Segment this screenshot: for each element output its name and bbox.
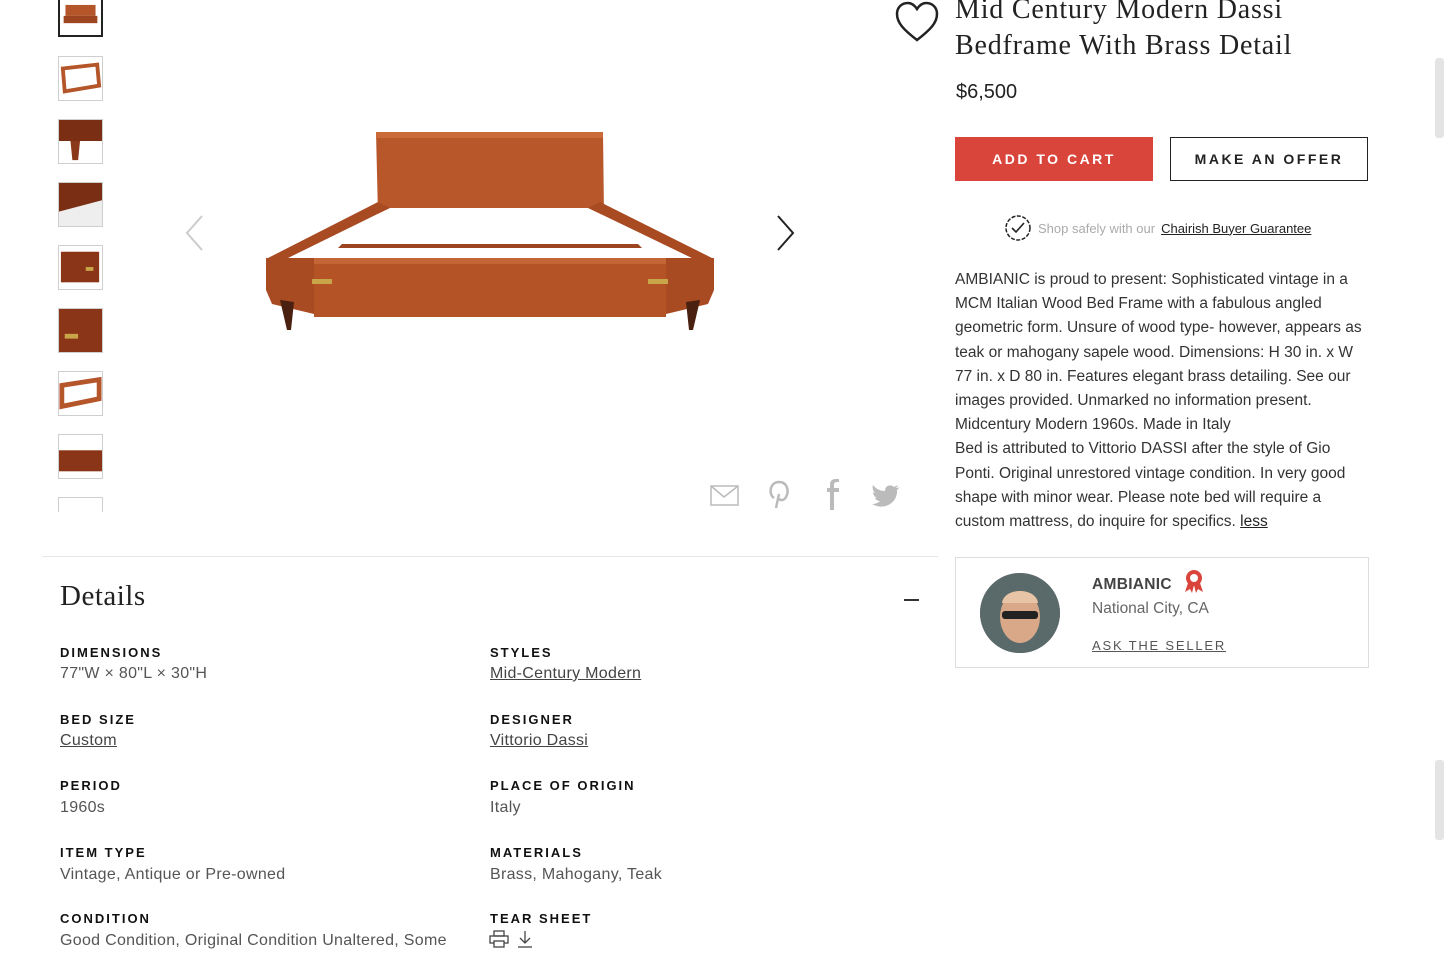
materials-value: Brass, Mahogany, Teak bbox=[490, 866, 663, 883]
seller-location: National City, CA bbox=[1092, 600, 1209, 617]
award-ribbon-icon bbox=[1181, 568, 1207, 594]
seller-name[interactable]: AMBIANIC bbox=[1092, 576, 1172, 594]
designer-label: DESIGNER bbox=[490, 712, 574, 727]
condition-value: Good Condition, Original Condition Unalt… bbox=[60, 932, 447, 949]
bed-size-label: BED SIZE bbox=[60, 712, 136, 727]
thumbnail-1[interactable] bbox=[58, 0, 103, 37]
condition-label: CONDITION bbox=[60, 911, 151, 926]
twitter-icon[interactable] bbox=[870, 478, 902, 512]
thumbnail-3[interactable] bbox=[58, 119, 103, 164]
styles-link[interactable]: Mid-Century Modern bbox=[490, 665, 641, 683]
less-link[interactable]: less bbox=[1240, 513, 1268, 530]
item-type-value: Vintage, Antique or Pre-owned bbox=[60, 866, 286, 883]
product-description: AMBIANIC is proud to present: Sophistica… bbox=[955, 268, 1365, 534]
buyer-guarantee: Shop safely with our Chairish Buyer Guar… bbox=[1004, 214, 1311, 242]
designer-link[interactable]: Vittorio Dassi bbox=[490, 732, 588, 750]
thumbnail-7[interactable] bbox=[58, 371, 103, 416]
origin-value: Italy bbox=[490, 799, 521, 816]
product-price: $6,500 bbox=[956, 81, 1018, 103]
bed-size-link[interactable]: Custom bbox=[60, 732, 117, 750]
thumbnail-strip bbox=[58, 0, 104, 512]
scrollbar-thumb-secondary[interactable] bbox=[1435, 760, 1444, 840]
description-paragraph-1: AMBIANIC is proud to present: Sophistica… bbox=[955, 271, 1362, 434]
download-icon[interactable] bbox=[517, 930, 533, 948]
thumbnail-8[interactable] bbox=[58, 434, 103, 479]
seller-avatar[interactable] bbox=[980, 573, 1060, 653]
product-title: Mid Century Modern Dassi Bedframe With B… bbox=[955, 0, 1293, 61]
product-main-image[interactable] bbox=[160, 90, 820, 370]
guarantee-link[interactable]: Chairish Buyer Guarantee bbox=[1161, 221, 1311, 236]
email-icon[interactable] bbox=[708, 478, 740, 512]
print-icon[interactable] bbox=[489, 930, 509, 948]
guarantee-text: Shop safely with our bbox=[1038, 220, 1156, 236]
thumbnail-6[interactable] bbox=[58, 308, 103, 353]
seller-card: AMBIANIC National City, CA ASK THE SELLE… bbox=[955, 557, 1369, 668]
styles-label: STYLES bbox=[490, 645, 553, 660]
page-scrollbar[interactable] bbox=[1434, 0, 1445, 961]
details-heading: Details bbox=[60, 580, 146, 612]
dimensions-label: DIMENSIONS bbox=[60, 645, 163, 660]
thumbnail-9[interactable] bbox=[58, 497, 103, 512]
collapse-details-button[interactable] bbox=[904, 599, 919, 601]
facebook-icon[interactable] bbox=[816, 478, 848, 512]
pinterest-icon[interactable] bbox=[762, 478, 794, 512]
section-divider bbox=[42, 556, 938, 557]
scrollbar-thumb[interactable] bbox=[1435, 58, 1444, 138]
check-badge-icon bbox=[1004, 214, 1032, 242]
description-paragraph-2: Bed is attributed to Vittorio DASSI afte… bbox=[955, 440, 1346, 531]
item-type-label: ITEM TYPE bbox=[60, 845, 147, 860]
share-bar bbox=[708, 478, 902, 512]
dimensions-value: 77"W × 80"L × 30"H bbox=[60, 665, 208, 682]
period-value: 1960s bbox=[60, 799, 106, 816]
favorite-heart-icon[interactable] bbox=[894, 0, 940, 44]
make-offer-button[interactable]: MAKE AN OFFER bbox=[1170, 137, 1368, 181]
tear-sheet-label: TEAR SHEET bbox=[490, 911, 593, 926]
add-to-cart-button[interactable]: ADD TO CART bbox=[955, 137, 1153, 181]
thumbnail-2[interactable] bbox=[58, 56, 103, 101]
origin-label: PLACE OF ORIGIN bbox=[490, 778, 636, 793]
materials-label: MATERIALS bbox=[490, 845, 583, 860]
ask-seller-link[interactable]: ASK THE SELLER bbox=[1092, 638, 1226, 653]
thumbnail-5[interactable] bbox=[58, 245, 103, 290]
period-label: PERIOD bbox=[60, 778, 122, 793]
thumbnail-4[interactable] bbox=[58, 182, 103, 227]
